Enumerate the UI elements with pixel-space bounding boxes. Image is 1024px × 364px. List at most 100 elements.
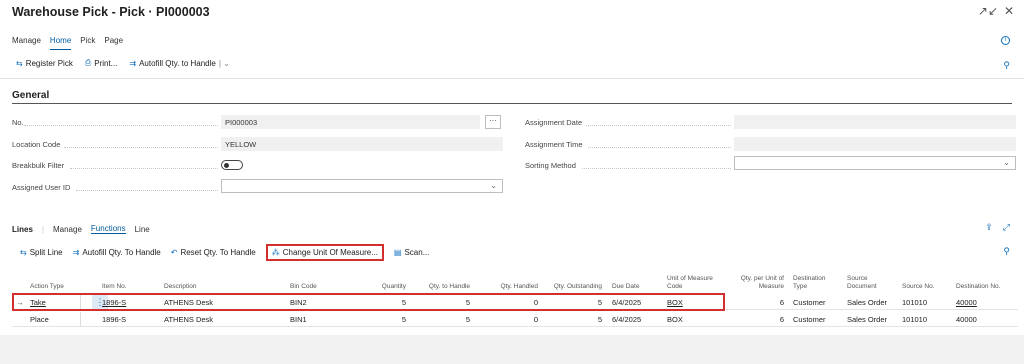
cell-destination-no[interactable]: 40000 [956, 315, 977, 324]
assigned-user-id-field[interactable]: ⌄ [221, 179, 503, 193]
assignment-time-field[interactable] [734, 137, 1016, 151]
col-description[interactable]: Description [164, 283, 197, 291]
autofill-icon: ⇉ [129, 58, 137, 68]
cell-destination-type: Customer [793, 298, 826, 307]
col-qty-outstanding[interactable]: Qty. Outstanding [544, 283, 602, 291]
col-uom-code[interactable]: Unit of Measure Code [667, 275, 713, 291]
col-destination-type-line1: Destination [793, 275, 826, 282]
col-due-date[interactable]: Due Date [612, 283, 639, 291]
autofill-icon: ⇉ [72, 248, 80, 257]
col-qty-handled[interactable]: Qty. Handled [482, 283, 538, 291]
lines-tab-line[interactable]: Line [135, 225, 150, 234]
col-action-type[interactable]: Action Type [30, 283, 64, 291]
dots [588, 147, 731, 148]
cell-action-type[interactable]: Place [30, 315, 49, 324]
col-item-no[interactable]: Item No. [102, 283, 127, 291]
register-pick-button[interactable]: ⇆ Register Pick [16, 59, 73, 68]
register-icon: ⇆ [16, 58, 23, 68]
change-uom-icon: ⁂ [271, 248, 280, 257]
table-row[interactable]: Place 1896-S ATHENS Desk BIN1 5 5 0 5 6/… [12, 312, 1018, 327]
dots [76, 190, 218, 191]
change-unit-of-measure-button[interactable]: ⁂ Change Unit Of Measure... [265, 244, 384, 261]
location-code-label: Location Code [12, 140, 61, 149]
dots [582, 168, 731, 169]
cell-item-no[interactable]: 1896-S [102, 315, 126, 324]
cell-qty-handled: 0 [533, 315, 538, 324]
sorting-method-label: Sorting Method [525, 161, 576, 170]
col-quantity[interactable]: Quantity [376, 283, 406, 291]
col-qty-to-handle[interactable]: Qty. to Handle [414, 283, 470, 291]
tab-page[interactable]: Page [104, 36, 123, 50]
dots [64, 147, 218, 148]
home-action-row: ⇆ Register Pick ⎙ Print... ⇉ Autofill Qt… [16, 58, 230, 68]
action-tabs: Manage Home Pick Page [12, 36, 123, 50]
col-source-document-line2: Document [847, 283, 877, 290]
col-source-document[interactable]: Source Document [847, 275, 877, 291]
lines-tab-functions[interactable]: Functions [90, 224, 126, 234]
close-icon[interactable]: ✕ [1004, 4, 1014, 18]
chevron-down-icon[interactable]: ⌄ [1003, 158, 1010, 167]
section-underline [12, 103, 1012, 104]
col-destination-type[interactable]: Destination Type [793, 275, 826, 291]
scan-button[interactable]: ▤ Scan... [394, 248, 429, 257]
lines-tab-manage[interactable]: Manage [53, 225, 82, 234]
info-icon[interactable]: i [1001, 36, 1010, 45]
tab-pick[interactable]: Pick [80, 36, 95, 50]
col-bin-code[interactable]: Bin Code [290, 283, 317, 291]
cell-due-date[interactable]: 6/4/2025 [612, 315, 641, 324]
col-uom-code-line2: Code [667, 283, 683, 290]
autofill-qty-button[interactable]: ⇉ Autofill Qty. to Handle | ⌄ [129, 59, 230, 68]
col-destination-no[interactable]: Destination No. [956, 283, 1000, 291]
split-icon: ⇆ [20, 248, 27, 257]
lines-action-row: ⇆ Split Line ⇉ Autofill Qty. To Handle ↶… [20, 244, 429, 261]
no-field[interactable]: PI000003 [221, 115, 480, 129]
assignment-date-label: Assignment Date [525, 118, 583, 127]
general-section-title: General [12, 90, 50, 101]
register-pick-label: Register Pick [25, 58, 73, 68]
breakbulk-filter-label: Breakbulk Filter [12, 161, 65, 170]
chevron-down-icon[interactable]: ⌄ [490, 181, 497, 190]
autofill-label: Autofill Qty. to Handle [139, 58, 216, 68]
breakbulk-filter-toggle[interactable] [221, 160, 243, 170]
cell-qty-to-handle[interactable]: 5 [414, 315, 470, 324]
col-destination-type-line2: Type [793, 283, 808, 290]
more-actions-chevron-icon[interactable]: | ⌄ [219, 59, 230, 68]
split-line-button[interactable]: ⇆ Split Line [20, 248, 63, 257]
divider [0, 78, 1024, 79]
tab-manage[interactable]: Manage [12, 36, 41, 50]
cell-uom-code[interactable]: BOX [667, 315, 683, 324]
print-button[interactable]: ⎙ Print... [85, 58, 118, 68]
no-assist-button[interactable]: ··· [485, 115, 501, 129]
lines-grid-header: Action Type Item No. Description Bin Cod… [12, 270, 1018, 294]
pin-icon[interactable]: ⚲ [1003, 60, 1010, 71]
cell-quantity: 5 [401, 315, 406, 324]
collapse-icon[interactable]: ↗↙ [978, 4, 998, 18]
change-uom-label: Change Unit Of Measure... [282, 248, 378, 257]
col-source-no[interactable]: Source No. [902, 283, 935, 291]
lines-tabs: Lines | Manage Functions Line [12, 224, 150, 234]
reset-qty-to-handle-button[interactable]: ↶ Reset Qty. To Handle [171, 248, 256, 257]
col-qty-per-uom[interactable]: Qty. per Unit of Measure [726, 275, 784, 291]
selected-row-highlight [12, 293, 725, 311]
cell-description[interactable]: ATHENS Desk [164, 315, 213, 324]
pin-icon[interactable]: ⚲ [1003, 246, 1010, 257]
share-icon[interactable]: ⇪ [985, 222, 993, 233]
sorting-method-field[interactable]: ⌄ [734, 156, 1016, 170]
lines-title: Lines [12, 224, 33, 234]
tab-home[interactable]: Home [49, 36, 72, 50]
empty-grid-area [0, 335, 1024, 364]
scan-icon: ▤ [393, 248, 402, 257]
autofill-qty-to-handle-button[interactable]: ⇉ Autofill Qty. To Handle [73, 248, 161, 257]
cell-destination-no[interactable]: 40000 [956, 298, 977, 307]
cell-source-no: 101010 [902, 298, 928, 307]
cell-source-no: 101010 [902, 315, 928, 324]
col-uom-code-line1: Unit of Measure [667, 275, 713, 282]
split-line-label: Split Line [29, 248, 63, 257]
assignment-date-field[interactable] [734, 115, 1016, 129]
page-title: Warehouse Pick - Pick · PI000003 [12, 5, 210, 19]
cell-bin-code[interactable]: BIN1 [290, 315, 307, 324]
assigned-user-id-label: Assigned User ID [12, 183, 71, 192]
tab-separator: | [41, 224, 44, 234]
location-code-field[interactable]: YELLOW [221, 137, 503, 151]
expand-icon[interactable]: ⤢ [1003, 222, 1010, 233]
